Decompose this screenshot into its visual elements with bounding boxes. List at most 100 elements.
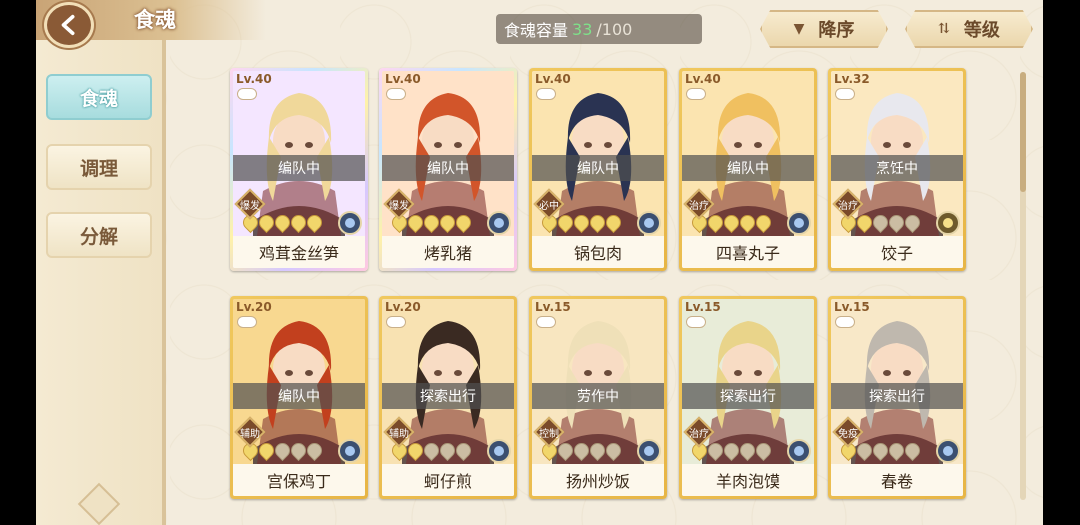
role-badge: 辅助 bbox=[384, 417, 414, 447]
sort-order-label: 降序 bbox=[818, 20, 855, 41]
sidebar: 食魂 调理 分解 bbox=[36, 40, 166, 525]
star-icon bbox=[452, 211, 475, 234]
card-body: Lv.40 编队中 爆发 鸡茸金丝笋 bbox=[233, 71, 365, 268]
star-icon bbox=[602, 211, 625, 234]
character-name: 烤乳猪 bbox=[382, 236, 514, 268]
role-label: 辅助 bbox=[389, 428, 409, 440]
role-label: 治疗 bbox=[689, 200, 709, 212]
character-card[interactable]: Lv.40 编队中 治疗 四喜丸子 bbox=[679, 68, 817, 271]
element-emblem-icon bbox=[487, 211, 511, 235]
chat-bubble-icon bbox=[686, 88, 706, 100]
screen: 食魂 调理 分解 食魂 食魂容量 33 /100 ▼ 降序 ⇅ 等级 Lv.40… bbox=[0, 0, 1080, 525]
card-body: Lv.32 烹饪中 治疗 饺子 bbox=[831, 71, 963, 268]
chat-bubble-icon bbox=[536, 316, 556, 328]
screen-edge-right bbox=[1043, 0, 1080, 525]
level-label: Lv.20 bbox=[236, 300, 272, 314]
role-badge: 免疫 bbox=[833, 417, 863, 447]
role-badge: 治疗 bbox=[684, 189, 714, 219]
card-body: Lv.15 劳作中 控制 扬州炒饭 bbox=[532, 299, 664, 496]
status-banner: 烹饪中 bbox=[831, 155, 963, 181]
element-emblem-icon bbox=[338, 439, 362, 463]
card-body: Lv.40 编队中 爆发 烤乳猪 bbox=[382, 71, 514, 268]
character-name: 宫保鸡丁 bbox=[233, 464, 365, 496]
triangle-down-icon: ▼ bbox=[793, 21, 805, 37]
sidebar-item-label: 食魂 bbox=[79, 87, 118, 110]
star-icon bbox=[752, 211, 775, 234]
level-label: Lv.40 bbox=[535, 72, 571, 86]
star-icon bbox=[602, 439, 625, 462]
chat-bubble-icon bbox=[536, 88, 556, 100]
role-label: 辅助 bbox=[240, 428, 260, 440]
status-banner: 探索出行 bbox=[382, 383, 514, 409]
role-label: 爆发 bbox=[389, 200, 409, 212]
role-badge: 治疗 bbox=[833, 189, 863, 219]
chat-bubble-icon bbox=[835, 88, 855, 100]
capacity-max: /100 bbox=[596, 19, 633, 39]
character-card[interactable]: Lv.40 编队中 必中 锅包肉 bbox=[529, 68, 667, 271]
star-icon bbox=[901, 211, 924, 234]
status-banner: 编队中 bbox=[682, 155, 814, 181]
star-icon bbox=[303, 439, 326, 462]
character-card[interactable]: Lv.20 编队中 辅助 宫保鸡丁 bbox=[230, 296, 368, 499]
role-badge: 控制 bbox=[534, 417, 564, 447]
chat-bubble-icon bbox=[386, 316, 406, 328]
card-body: Lv.20 探索出行 辅助 蚵仔煎 bbox=[382, 299, 514, 496]
role-label: 治疗 bbox=[838, 200, 858, 212]
character-card[interactable]: Lv.32 烹饪中 治疗 饺子 bbox=[828, 68, 966, 271]
status-banner: 编队中 bbox=[233, 383, 365, 409]
element-emblem-icon bbox=[936, 439, 960, 463]
status-banner: 探索出行 bbox=[831, 383, 963, 409]
role-badge: 爆发 bbox=[235, 189, 265, 219]
character-card[interactable]: Lv.15 劳作中 控制 扬州炒饭 bbox=[529, 296, 667, 499]
card-body: Lv.15 探索出行 免疫 春卷 bbox=[831, 299, 963, 496]
sidebar-item-label: 调理 bbox=[79, 157, 118, 180]
status-banner: 探索出行 bbox=[682, 383, 814, 409]
level-label: Lv.15 bbox=[535, 300, 571, 314]
character-card[interactable]: Lv.15 探索出行 治疗 羊肉泡馍 bbox=[679, 296, 817, 499]
status-banner: 劳作中 bbox=[532, 383, 664, 409]
card-body: Lv.40 编队中 治疗 四喜丸子 bbox=[682, 71, 814, 268]
character-name: 饺子 bbox=[831, 236, 963, 268]
star-icon bbox=[452, 439, 475, 462]
character-name: 四喜丸子 bbox=[682, 236, 814, 268]
chat-bubble-icon bbox=[835, 316, 855, 328]
character-card[interactable]: Lv.40 编队中 爆发 烤乳猪 bbox=[379, 68, 517, 271]
character-card[interactable]: Lv.40 编队中 爆发 鸡茸金丝笋 bbox=[230, 68, 368, 271]
sidebar-item-decompose[interactable]: 分解 bbox=[46, 212, 152, 258]
character-name: 蚵仔煎 bbox=[382, 464, 514, 496]
scrollbar[interactable] bbox=[1020, 72, 1026, 500]
character-name: 春卷 bbox=[831, 464, 963, 496]
scroll-thumb[interactable] bbox=[1020, 72, 1026, 192]
role-label: 治疗 bbox=[689, 428, 709, 440]
element-emblem-icon bbox=[487, 439, 511, 463]
character-name: 羊肉泡馍 bbox=[682, 464, 814, 496]
character-card[interactable]: Lv.15 探索出行 免疫 春卷 bbox=[828, 296, 966, 499]
page-title: 食魂 bbox=[134, 7, 176, 32]
character-card[interactable]: Lv.20 探索出行 辅助 蚵仔煎 bbox=[379, 296, 517, 499]
chat-bubble-icon bbox=[237, 316, 257, 328]
chevron-left-icon bbox=[61, 14, 75, 36]
role-badge: 爆发 bbox=[384, 189, 414, 219]
sort-field-button[interactable]: ⇅ 等级 bbox=[905, 10, 1033, 48]
role-label: 免疫 bbox=[838, 428, 858, 440]
capacity-current: 33 bbox=[572, 19, 593, 39]
status-banner: 编队中 bbox=[233, 155, 365, 181]
level-label: Lv.32 bbox=[834, 72, 870, 86]
capacity-display: 食魂容量 33 /100 bbox=[496, 14, 702, 44]
status-banner: 编队中 bbox=[382, 155, 514, 181]
character-name: 锅包肉 bbox=[532, 236, 664, 268]
sidebar-item-soul[interactable]: 食魂 bbox=[46, 74, 152, 120]
back-button[interactable] bbox=[44, 2, 94, 48]
card-body: Lv.15 探索出行 治疗 羊肉泡馍 bbox=[682, 299, 814, 496]
chat-bubble-icon bbox=[386, 88, 406, 100]
role-label: 控制 bbox=[539, 428, 559, 440]
sort-order-button[interactable]: ▼ 降序 bbox=[760, 10, 888, 48]
star-icon bbox=[901, 439, 924, 462]
sidebar-ornament bbox=[77, 482, 121, 525]
sidebar-item-label: 分解 bbox=[79, 225, 118, 248]
element-emblem-icon bbox=[637, 439, 661, 463]
element-emblem-icon bbox=[787, 211, 811, 235]
card-body: Lv.40 编队中 必中 锅包肉 bbox=[532, 71, 664, 268]
level-label: Lv.20 bbox=[385, 300, 421, 314]
sidebar-item-cultivate[interactable]: 调理 bbox=[46, 144, 152, 190]
